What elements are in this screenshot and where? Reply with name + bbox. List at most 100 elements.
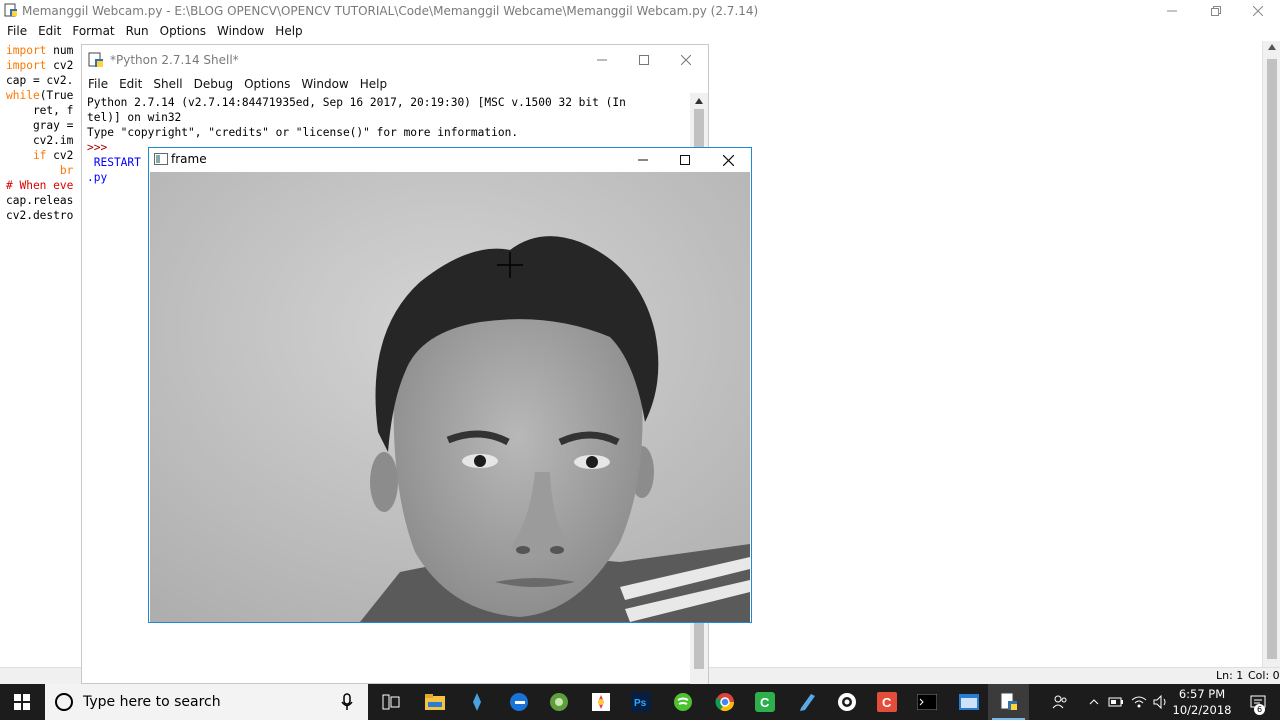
photoshop-icon: Ps	[630, 692, 651, 712]
cmd-icon	[916, 694, 937, 710]
menu-options[interactable]: Options	[155, 22, 212, 41]
shell-menu-help[interactable]: Help	[355, 75, 393, 93]
sourcetree-button[interactable]	[456, 684, 497, 720]
photoshop-button[interactable]: Ps	[620, 684, 661, 720]
clock-date: 10/2/2018	[1172, 703, 1232, 717]
frame-maximize-button[interactable]	[663, 148, 707, 172]
obs-button[interactable]	[826, 684, 867, 720]
search-box[interactable]: Type here to search	[45, 684, 368, 720]
camtasia-icon: C	[754, 692, 775, 712]
svg-text:C: C	[760, 695, 770, 710]
show-hidden-icons-button[interactable]	[1084, 684, 1104, 720]
sourcetree-icon	[472, 693, 481, 711]
inkscape-icon	[591, 693, 610, 711]
code-line: if cv2	[6, 148, 82, 163]
code-line: gray =	[6, 118, 82, 133]
svg-text:Ps: Ps	[634, 698, 647, 709]
terminal-icon	[958, 694, 979, 710]
shell-menu-window[interactable]: Window	[296, 75, 354, 93]
shell-menu-options[interactable]: Options	[239, 75, 296, 93]
code-line: import num	[6, 43, 82, 58]
shell-menu-shell[interactable]: Shell	[148, 75, 188, 93]
shell-menu-file[interactable]: File	[83, 75, 114, 93]
webcam-frame-image[interactable]	[150, 172, 750, 622]
minimize-button[interactable]	[1150, 0, 1194, 22]
terminal-button[interactable]	[948, 684, 989, 720]
maximize-icon	[680, 155, 690, 165]
frame-close-button[interactable]	[706, 148, 750, 172]
shell-menu-debug[interactable]: Debug	[189, 75, 239, 93]
editor-scrollbar[interactable]	[1262, 41, 1280, 667]
webcam-photo	[150, 172, 750, 622]
shell-minimize-button[interactable]	[580, 45, 624, 75]
chevron-up-icon	[1089, 699, 1099, 705]
microphone-icon[interactable]	[341, 693, 353, 711]
status-column: Col: 0	[1248, 669, 1280, 682]
file-explorer-button[interactable]	[414, 684, 455, 720]
spotify-icon	[673, 693, 692, 711]
python-idle-button[interactable]	[988, 684, 1029, 720]
close-button[interactable]	[1236, 0, 1280, 22]
menu-help[interactable]: Help	[270, 22, 308, 41]
edge-button[interactable]	[498, 684, 539, 720]
menu-edit[interactable]: Edit	[33, 22, 67, 41]
shell-maximize-button[interactable]	[622, 45, 666, 75]
python-idle-icon	[88, 52, 103, 67]
code-line: cap.releas	[6, 193, 82, 208]
shell-banner-line: Python 2.7.14 (v2.7.14:84471935ed, Sep 1…	[87, 96, 626, 109]
clock[interactable]: 6:57 PM 10/2/2018	[1170, 686, 1234, 718]
code-line: br	[6, 163, 82, 178]
wifi-button[interactable]	[1128, 684, 1150, 720]
code-comment: # When eve	[6, 179, 74, 192]
frame-titlebar[interactable]: frame	[149, 148, 751, 172]
menu-file[interactable]: File	[2, 22, 33, 41]
code-editor[interactable]: import num import cv2 cap = cv2. while(True…	[0, 41, 82, 667]
taskbar: Type here to search Ps C C 6:57 PM 10/2/…	[0, 684, 1280, 720]
inkscape-button[interactable]	[580, 684, 621, 720]
battery-button[interactable]	[1105, 684, 1127, 720]
menu-run[interactable]: Run	[121, 22, 155, 41]
shell-title: *Python 2.7.14 Shell*	[110, 53, 239, 67]
task-view-button[interactable]	[370, 684, 411, 720]
cortana-icon	[55, 693, 73, 711]
codeblocks-icon: C	[876, 692, 897, 712]
editor-titlebar[interactable]: Memanggil Webcam.py - E:\BLOG OPENCV\OPE…	[0, 0, 1280, 22]
code-line: ret, f	[6, 103, 82, 118]
obs-icon	[837, 693, 856, 711]
shell-close-button[interactable]	[664, 45, 708, 75]
code-text: cv2	[46, 149, 74, 162]
frame-minimize-button[interactable]	[621, 148, 665, 172]
menu-window[interactable]: Window	[212, 22, 270, 41]
task-view-icon	[382, 694, 399, 710]
volume-button[interactable]	[1150, 684, 1172, 720]
spotify-button[interactable]	[662, 684, 703, 720]
start-button[interactable]	[0, 684, 44, 720]
shell-menubar: File Edit Shell Debug Options Window Hel…	[82, 75, 708, 93]
scroll-thumb[interactable]	[1267, 59, 1277, 659]
code-line: cv2.destro	[6, 208, 82, 223]
code-keyword: br	[6, 164, 74, 177]
android-studio-button[interactable]	[538, 684, 579, 720]
code-line: cap = cv2.	[6, 73, 82, 88]
editor-app-button[interactable]	[786, 684, 827, 720]
shell-menu-edit[interactable]: Edit	[114, 75, 148, 93]
camtasia-button[interactable]: C	[744, 684, 785, 720]
code-text: cv2	[46, 59, 74, 72]
shell-titlebar[interactable]: *Python 2.7.14 Shell*	[82, 45, 708, 75]
chrome-icon	[714, 693, 734, 712]
codeblocks-button[interactable]: C	[866, 684, 907, 720]
chrome-button[interactable]	[704, 684, 745, 720]
close-icon	[1253, 6, 1263, 16]
code-text: cv2.im	[6, 134, 74, 147]
restore-button[interactable]	[1194, 0, 1238, 22]
scroll-up-icon[interactable]	[1267, 43, 1277, 51]
edge-icon	[509, 693, 528, 711]
frame-title: frame	[171, 152, 207, 166]
code-text: gray =	[6, 119, 74, 132]
people-button[interactable]	[1046, 684, 1074, 720]
menu-format[interactable]: Format	[67, 22, 120, 41]
cmd-button[interactable]	[906, 684, 947, 720]
code-text: cap = cv2.	[6, 74, 74, 87]
code-keyword: import	[6, 59, 47, 72]
scroll-up-icon[interactable]	[694, 97, 704, 105]
